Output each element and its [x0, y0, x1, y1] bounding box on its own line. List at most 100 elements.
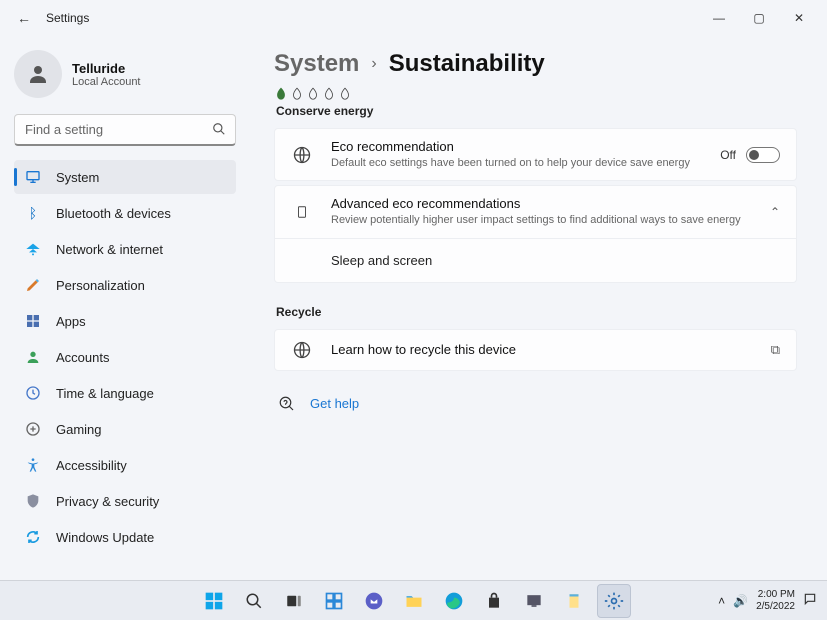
gaming-icon: [24, 420, 42, 438]
advanced-eco-card[interactable]: Advanced eco recommendations Review pote…: [274, 185, 797, 238]
nav-label: Accounts: [56, 350, 109, 365]
nav-privacy[interactable]: Privacy & security: [14, 484, 236, 518]
apps-icon: [24, 312, 42, 330]
window-controls: — ▢ ✕: [699, 4, 819, 32]
nav-accessibility[interactable]: Accessibility: [14, 448, 236, 482]
section-heading-recycle: Recycle: [276, 305, 797, 319]
eco-leaves-indicator: [274, 86, 797, 102]
nav-label: Time & language: [56, 386, 154, 401]
nav-network[interactable]: Network & internet: [14, 232, 236, 266]
leaf-icon: [306, 86, 320, 102]
user-account-type: Local Account: [72, 76, 141, 88]
back-button[interactable]: ←: [8, 10, 40, 26]
minimize-button[interactable]: —: [699, 4, 739, 32]
wifi-icon: [24, 240, 42, 258]
volume-icon[interactable]: 🔊: [733, 594, 748, 608]
eco-toggle[interactable]: [746, 147, 780, 163]
system-tray: ˄ 🔊 2:00 PM 2/5/2022: [718, 589, 827, 612]
nav-gaming[interactable]: Gaming: [14, 412, 236, 446]
nav: System ᛒ Bluetooth & devices Network & i…: [14, 160, 236, 554]
leaf-icon: [274, 86, 288, 102]
card-subtitle: Review potentially higher user impact se…: [331, 213, 752, 227]
help-icon: [278, 395, 296, 413]
clock-time: 2:00 PM: [756, 589, 795, 601]
avatar: [14, 50, 62, 98]
start-button[interactable]: [197, 584, 231, 618]
recycle-card[interactable]: Learn how to recycle this device ⧉: [274, 329, 797, 371]
taskbar-search[interactable]: [237, 584, 271, 618]
globe-leaf-icon: [291, 340, 313, 360]
edge-browser[interactable]: [437, 584, 471, 618]
search-icon: [212, 122, 226, 139]
clock-icon: [24, 384, 42, 402]
titlebar: ← Settings — ▢ ✕: [0, 0, 827, 36]
chevron-right-icon: ›: [371, 55, 376, 73]
shield-icon: [24, 492, 42, 510]
chevron-up-icon: ⌃: [770, 205, 780, 219]
update-icon: [24, 528, 42, 546]
nav-label: Windows Update: [56, 530, 154, 545]
card-subtitle: Default eco settings have been turned on…: [331, 156, 702, 170]
globe-leaf-icon: [291, 145, 313, 165]
file-explorer[interactable]: [397, 584, 431, 618]
brush-icon: [24, 276, 42, 294]
task-view[interactable]: [277, 584, 311, 618]
nav-time[interactable]: Time & language: [14, 376, 236, 410]
breadcrumb-root[interactable]: System: [274, 50, 359, 78]
leaf-icon: [322, 86, 336, 102]
notifications-icon[interactable]: [803, 592, 817, 609]
nav-update[interactable]: Windows Update: [14, 520, 236, 554]
nav-label: Personalization: [56, 278, 145, 293]
search-input[interactable]: [14, 114, 236, 146]
taskbar-app-2[interactable]: [557, 584, 591, 618]
person-icon: [26, 62, 50, 86]
store-button[interactable]: [477, 584, 511, 618]
nav-label: Network & internet: [56, 242, 163, 257]
leaf-icon: [290, 86, 304, 102]
get-help-link[interactable]: Get help: [310, 396, 359, 411]
bluetooth-icon: ᛒ: [24, 204, 42, 222]
system-icon: [24, 168, 42, 186]
clock-date: 2/5/2022: [756, 601, 795, 613]
close-button[interactable]: ✕: [779, 4, 819, 32]
nav-label: System: [56, 170, 99, 185]
tray-chevron-icon[interactable]: ˄: [718, 594, 725, 608]
nav-bluetooth[interactable]: ᛒ Bluetooth & devices: [14, 196, 236, 230]
user-name: Telluride: [72, 61, 141, 76]
search-wrap: [14, 114, 236, 146]
device-icon: [291, 203, 313, 221]
sidebar: Telluride Local Account System ᛒ Bluetoo…: [0, 36, 250, 580]
nav-personalization[interactable]: Personalization: [14, 268, 236, 302]
nav-accounts[interactable]: Accounts: [14, 340, 236, 374]
breadcrumb: System › Sustainability: [274, 50, 797, 78]
chat-button[interactable]: [357, 584, 391, 618]
card-title: Learn how to recycle this device: [331, 342, 753, 357]
section-heading-conserve: Conserve energy: [276, 104, 797, 118]
external-link-icon: ⧉: [771, 342, 780, 358]
nav-system[interactable]: System: [14, 160, 236, 194]
accessibility-icon: [24, 456, 42, 474]
nav-label: Accessibility: [56, 458, 127, 473]
nav-label: Gaming: [56, 422, 102, 437]
user-profile[interactable]: Telluride Local Account: [14, 44, 236, 110]
account-icon: [24, 348, 42, 366]
main-content: System › Sustainability Conserve energy …: [250, 36, 827, 580]
page-title: Sustainability: [389, 50, 545, 78]
app-title: Settings: [46, 11, 89, 25]
eco-recommendation-card[interactable]: Eco recommendation Default eco settings …: [274, 128, 797, 181]
clock[interactable]: 2:00 PM 2/5/2022: [756, 589, 795, 612]
get-help-row[interactable]: Get help: [274, 395, 797, 413]
sleep-and-screen-row[interactable]: Sleep and screen: [274, 239, 797, 283]
taskbar-app-1[interactable]: [517, 584, 551, 618]
leaf-icon: [338, 86, 352, 102]
toggle-label: Off: [720, 148, 736, 162]
settings-app-taskbar[interactable]: [597, 584, 631, 618]
nav-label: Privacy & security: [56, 494, 159, 509]
taskbar: ˄ 🔊 2:00 PM 2/5/2022: [0, 580, 827, 620]
widgets-button[interactable]: [317, 584, 351, 618]
taskbar-center: [197, 584, 631, 618]
nav-apps[interactable]: Apps: [14, 304, 236, 338]
maximize-button[interactable]: ▢: [739, 4, 779, 32]
nav-label: Bluetooth & devices: [56, 206, 171, 221]
card-title: Advanced eco recommendations: [331, 196, 752, 211]
